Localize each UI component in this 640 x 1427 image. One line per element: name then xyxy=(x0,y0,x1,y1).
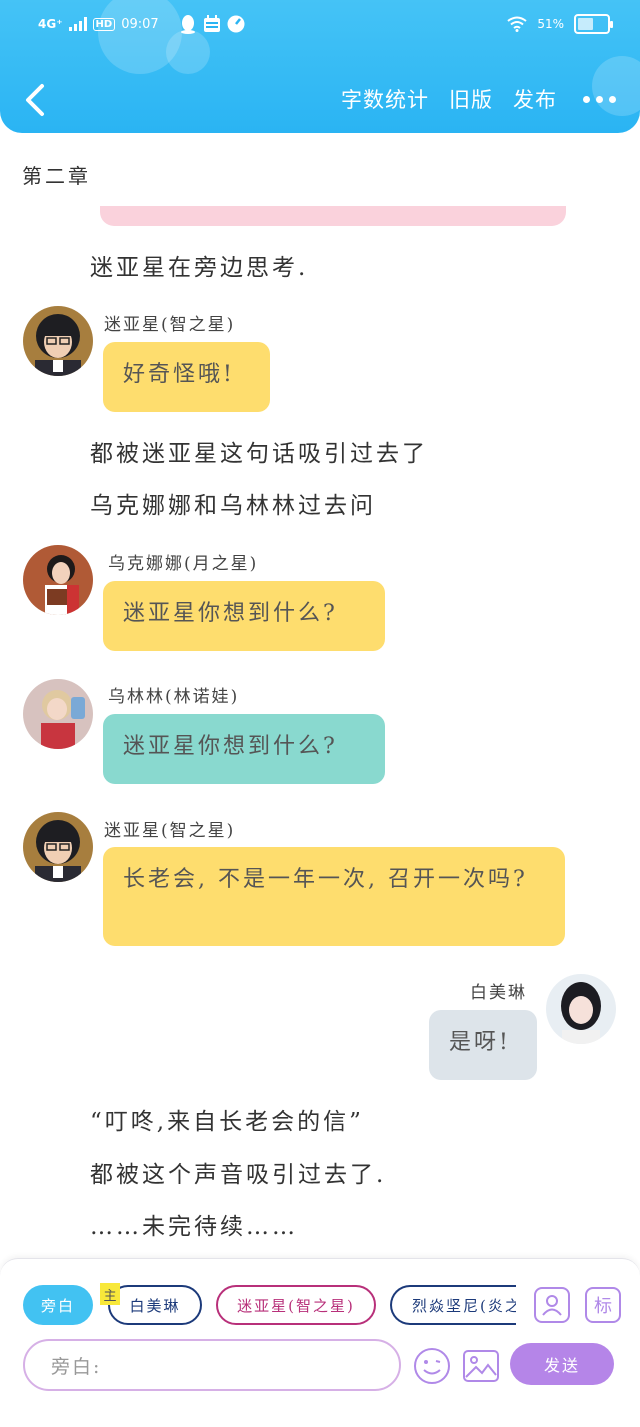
image-icon[interactable] xyxy=(462,1347,500,1385)
avatar-miyaxing[interactable] xyxy=(23,812,93,882)
role-chip-narration[interactable]: 旁白 xyxy=(23,1285,93,1325)
nav-bar: 字数统计 旧版 发布 xyxy=(0,78,640,122)
emoji-icon[interactable] xyxy=(413,1347,451,1385)
narration-line[interactable]: 都被这个声音吸引过去了. xyxy=(90,1155,386,1189)
app-header: 4G⁺ HD 09:07 51% 字数统计 旧版 发布 xyxy=(0,0,640,133)
chapter-title: 第二章 xyxy=(22,164,91,188)
narration-line[interactable]: ……未完待续…… xyxy=(90,1207,298,1241)
status-bar: 4G⁺ HD 09:07 51% xyxy=(38,12,613,38)
battery-icon xyxy=(574,14,613,34)
speaker-name: 乌林林(林诺娃) xyxy=(108,687,240,707)
old-version-button[interactable]: 旧版 xyxy=(449,84,493,114)
speaker-name: 乌克娜娜(月之星) xyxy=(108,554,259,574)
role-chip-miyaxing[interactable]: 迷亚星(智之星) xyxy=(216,1285,376,1325)
narration-line[interactable]: 都被迷亚星这句话吸引过去了 xyxy=(90,434,428,468)
message-bubble[interactable]: 好奇怪哦! xyxy=(103,342,270,412)
avatar-wukenana[interactable] xyxy=(23,545,93,615)
calendar-icon xyxy=(203,15,220,32)
send-button[interactable]: 发送 xyxy=(510,1343,614,1385)
battery-percent: 51% xyxy=(537,17,564,31)
previous-bubble-fragment xyxy=(100,206,566,226)
signal-icon xyxy=(68,17,87,31)
more-icon[interactable] xyxy=(583,95,616,103)
speaker-name: 迷亚星(智之星) xyxy=(104,315,236,335)
qq-icon xyxy=(180,15,195,34)
narration-line[interactable]: 迷亚星在旁边思考. xyxy=(90,248,308,282)
main-character-tag: 主 xyxy=(100,1283,120,1305)
message-input[interactable]: 旁白: xyxy=(23,1339,401,1391)
narration-line[interactable]: 乌克娜娜和乌林林过去问 xyxy=(90,486,376,520)
message-bubble[interactable]: 长老会, 不是一年一次, 召开一次吗? xyxy=(103,847,565,946)
avatar-miyaxing[interactable] xyxy=(23,306,93,376)
avatar-wulinlin[interactable] xyxy=(23,679,93,749)
speaker-name: 迷亚星(智之星) xyxy=(104,821,236,841)
avatar-baimeilin[interactable] xyxy=(546,974,616,1044)
wifi-icon xyxy=(507,16,527,32)
speaker-name: 白美琳 xyxy=(470,983,527,1003)
word-count-button[interactable]: 字数统计 xyxy=(341,84,429,114)
composer-panel: 旁白 白美琳 主 迷亚星(智之星) 烈焱坚尼(炎之 标 旁白: 发送 xyxy=(0,1258,640,1427)
publish-button[interactable]: 发布 xyxy=(513,84,557,114)
role-chip-lieyanjianni[interactable]: 烈焱坚尼(炎之 xyxy=(390,1285,516,1325)
hd-badge: HD xyxy=(92,17,116,31)
back-arrow-icon[interactable] xyxy=(20,82,50,118)
role-manage-icon[interactable] xyxy=(534,1287,570,1323)
network-indicator: 4G⁺ xyxy=(38,17,63,31)
message-bubble[interactable]: 是呀! xyxy=(429,1010,537,1080)
message-bubble[interactable]: 迷亚星你想到什么? xyxy=(103,581,385,651)
role-chip-baimeilin[interactable]: 白美琳 xyxy=(108,1285,202,1325)
message-bubble[interactable]: 迷亚星你想到什么? xyxy=(103,714,385,784)
narration-line[interactable]: “叮咚,来自长老会的信” xyxy=(90,1102,364,1136)
clock: 09:07 xyxy=(121,16,159,32)
tag-button[interactable]: 标 xyxy=(585,1287,621,1323)
gauge-icon xyxy=(227,15,245,33)
